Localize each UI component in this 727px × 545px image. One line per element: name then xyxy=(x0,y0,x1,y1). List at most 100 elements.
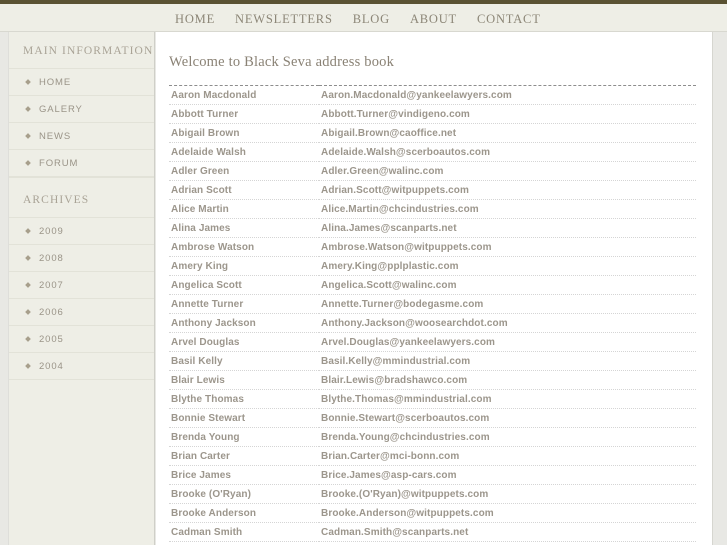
contact-name: Blythe Thomas xyxy=(171,394,244,405)
contact-name: Brooke Anderson xyxy=(171,508,257,519)
contact-email[interactable]: Amery.King@pplplastic.com xyxy=(319,257,696,276)
contact-email[interactable]: Aaron.Macdonald@yankeelawyers.com xyxy=(319,86,696,105)
contact-name: Blair Lewis xyxy=(171,375,225,386)
contact-email[interactable]: Brenda.Young@chcindustries.com xyxy=(319,428,696,447)
contact-email[interactable]: Brian.Carter@mci-bonn.com xyxy=(319,447,696,466)
sidebar-item-forum[interactable]: FORUM xyxy=(9,150,154,177)
sidebar-item-2007[interactable]: 2007 xyxy=(9,272,154,299)
diamond-bullet-icon xyxy=(25,309,31,315)
contact-email[interactable]: Adler.Green@walinc.com xyxy=(319,162,696,181)
contact-email[interactable]: Annette.Turner@bodegasme.com xyxy=(319,295,696,314)
sidebar-item-label: 2004 xyxy=(39,361,64,372)
nav-item-about[interactable]: ABOUT xyxy=(410,12,457,27)
contact-email[interactable]: Arvel.Douglas@yankeelawyers.com xyxy=(319,333,696,352)
sidebar-item-2005[interactable]: 2005 xyxy=(9,326,154,353)
contact-name: Brice James xyxy=(171,470,232,481)
table-row: Abbott Turner Abbott.Turner@vindigeno.com xyxy=(169,105,696,124)
contact-name: Abbott Turner xyxy=(171,109,239,120)
contact-email[interactable]: Blair.Lewis@bradshawco.com xyxy=(319,371,696,390)
sidebar-item-label: 2009 xyxy=(39,226,64,237)
table-row: Angelica Scott Angelica.Scott@walinc.com xyxy=(169,276,696,295)
sidebar-item-2009[interactable]: 2009 xyxy=(9,218,154,245)
sidebar-main-list: HOME GALERY NEWS FORUM xyxy=(9,69,154,177)
contact-email[interactable]: Brooke.Anderson@witpuppets.com xyxy=(319,504,696,523)
contact-email[interactable]: Basil.Kelly@mmindustrial.com xyxy=(319,352,696,371)
table-row: Adelaide Walsh Adelaide.Walsh@scerboautos… xyxy=(169,143,696,162)
contact-name: Cadman Smith xyxy=(171,527,243,538)
contact-email[interactable]: Brice.James@asp-cars.com xyxy=(319,466,696,485)
sidebar-item-label: GALERY xyxy=(39,104,83,115)
diamond-bullet-icon xyxy=(25,106,31,112)
sidebar-item-galery[interactable]: GALERY xyxy=(9,96,154,123)
nav-item-home[interactable]: HOME xyxy=(175,12,215,27)
contact-email[interactable]: Anthony.Jackson@woosearchdot.com xyxy=(319,314,696,333)
sidebar-item-label: HOME xyxy=(39,77,72,88)
sidebar-item-2006[interactable]: 2006 xyxy=(9,299,154,326)
contact-email[interactable]: Abigail.Brown@caoffice.net xyxy=(319,124,696,143)
diamond-bullet-icon xyxy=(25,79,31,85)
contact-email[interactable]: Alice.Martin@chcindustries.com xyxy=(319,200,696,219)
table-row: Basil Kelly Basil.Kelly@mmindustrial.com xyxy=(169,352,696,371)
contact-name: Brenda Young xyxy=(171,432,240,443)
contact-name: Bonnie Stewart xyxy=(171,413,246,424)
table-row: Aaron Macdonald Aaron.Macdonald@yankeelaw… xyxy=(169,85,696,105)
sidebar-heading-main: MAIN INFORMATION xyxy=(9,32,154,69)
table-row: Bonnie Stewart Bonnie.Stewart@scerboautos… xyxy=(169,409,696,428)
contact-email[interactable]: Blythe.Thomas@mmindustrial.com xyxy=(319,390,696,409)
sidebar-item-home[interactable]: HOME xyxy=(9,69,154,96)
sidebar: MAIN INFORMATION HOME GALERY NEWS FORUM ARC… xyxy=(8,32,155,545)
table-row: Blair Lewis Blair.Lewis@bradshawco.com xyxy=(169,371,696,390)
table-row: Brice James Brice.James@asp-cars.com xyxy=(169,466,696,485)
table-row: Ambrose Watson Ambrose.Watson@witpuppets.… xyxy=(169,238,696,257)
contact-name: Ambrose Watson xyxy=(171,242,255,253)
nav-item-blog[interactable]: BLOG xyxy=(353,12,390,27)
diamond-bullet-icon xyxy=(25,282,31,288)
table-row: Annette Turner Annette.Turner@bodegasme.c… xyxy=(169,295,696,314)
contact-name: Angelica Scott xyxy=(171,280,242,291)
contact-name: Adler Green xyxy=(171,166,230,177)
contact-name: Caleb Young xyxy=(169,542,319,545)
diamond-bullet-icon xyxy=(25,336,31,342)
table-row: Anthony Jackson Anthony.Jackson@woosearch… xyxy=(169,314,696,333)
contact-name: Abigail Brown xyxy=(171,128,240,139)
contact-name: Annette Turner xyxy=(171,299,244,310)
table-row: Blythe Thomas Blythe.Thomas@mmindustrial.… xyxy=(169,390,696,409)
contact-email[interactable]: Brooke.(O'Ryan)@witpuppets.com xyxy=(319,485,696,504)
sidebar-item-label: 2008 xyxy=(39,253,64,264)
sidebar-item-2004[interactable]: 2004 xyxy=(9,353,154,380)
sidebar-item-2008[interactable]: 2008 xyxy=(9,245,154,272)
contact-email[interactable]: Alina.James@scanparts.net xyxy=(319,219,696,238)
table-row: Arvel Douglas Arvel.Douglas@yankeelawyers… xyxy=(169,333,696,352)
table-row: Adler Green Adler.Green@walinc.com xyxy=(169,162,696,181)
page-title: Welcome to Black Seva address book xyxy=(169,54,395,70)
contact-name: Aaron Macdonald xyxy=(171,90,257,101)
nav-item-contact[interactable]: CONTACT xyxy=(477,12,541,27)
main-content: Welcome to Black Seva address book Aaron… xyxy=(156,32,713,545)
contact-email[interactable]: Cadman.Smith@scanparts.net xyxy=(319,523,696,542)
contact-email[interactable]: Ambrose.Watson@witpuppets.com xyxy=(319,238,696,257)
contact-email[interactable]: Caleb.Young@mmindustrial.com xyxy=(319,542,696,545)
contact-email[interactable]: Adelaide.Walsh@scerboautos.com xyxy=(319,143,696,162)
table-row: Abigail Brown Abigail.Brown@caoffice.net xyxy=(169,124,696,143)
contact-email[interactable]: Adrian.Scott@witpuppets.com xyxy=(319,181,696,200)
diamond-bullet-icon xyxy=(25,133,31,139)
site-header: HOME NEWSLETTERS BLOG ABOUT CONTACT xyxy=(0,0,727,32)
contact-name: Arvel Douglas xyxy=(171,337,240,348)
table-row: Brian Carter Brian.Carter@mci-bonn.com xyxy=(169,447,696,466)
contact-email[interactable]: Abbott.Turner@vindigeno.com xyxy=(319,105,696,124)
sidebar-item-label: FORUM xyxy=(39,158,79,169)
sidebar-item-label: 2006 xyxy=(39,307,64,318)
table-row: Brenda Young Brenda.Young@chcindustries.c… xyxy=(169,428,696,447)
sidebar-item-news[interactable]: NEWS xyxy=(9,123,154,150)
page-root: HOME NEWSLETTERS BLOG ABOUT CONTACT MAIN INF… xyxy=(0,0,727,545)
contact-name: Brooke (O'Ryan) xyxy=(171,489,252,500)
table-row: Adrian Scott Adrian.Scott@witpuppets.com xyxy=(169,181,696,200)
contact-email[interactable]: Angelica.Scott@walinc.com xyxy=(319,276,696,295)
diamond-bullet-icon xyxy=(25,228,31,234)
table-row: Brooke (O'Ryan) Brooke.(O'Ryan)@witpuppet… xyxy=(169,485,696,504)
diamond-bullet-icon xyxy=(25,363,31,369)
sidebar-heading-archives: ARCHIVES xyxy=(9,177,154,218)
contact-email[interactable]: Bonnie.Stewart@scerboautos.com xyxy=(319,409,696,428)
contacts-table: Aaron Macdonald Aaron.Macdonald@yankeelaw… xyxy=(169,85,696,545)
nav-item-newsletters[interactable]: NEWSLETTERS xyxy=(235,12,333,27)
